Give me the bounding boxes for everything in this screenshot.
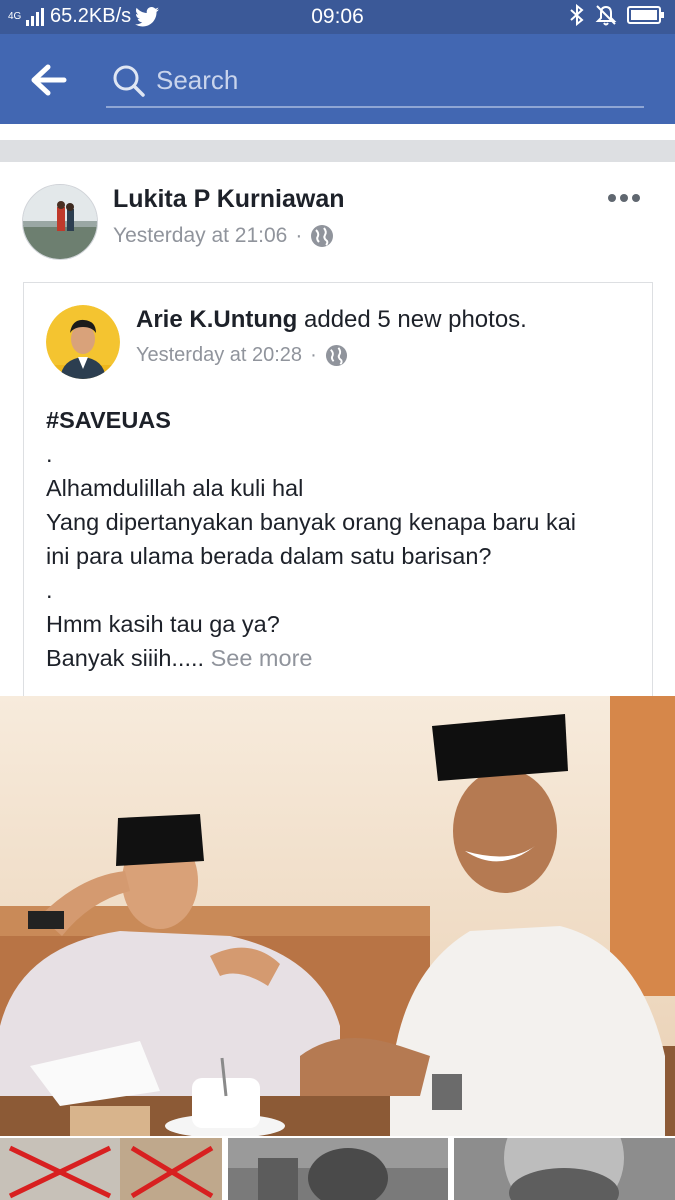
bluetooth-icon [570, 4, 584, 26]
shared-timestamp[interactable]: Yesterday at 20:28 [136, 344, 302, 367]
mute-icon [595, 5, 617, 26]
status-bar: 4G 65.2KB/s 09:06 [0, 0, 675, 34]
text-line: Alhamdulillah ala kuli hal [46, 475, 304, 501]
search-icon [113, 65, 145, 97]
text-line: . [46, 441, 53, 467]
back-button[interactable] [30, 62, 74, 98]
text-line: ini para ulama berada dalam satu barisan… [46, 543, 492, 569]
battery-icon [627, 6, 664, 24]
meta-dot: · [310, 344, 317, 366]
post-card: Lukita P Kurniawan Yesterday at 21:06 · [0, 162, 675, 1200]
post-text: #SAVEUAS . Alhamdulillah ala kuli hal Ya… [46, 403, 646, 675]
globe-icon [311, 225, 334, 247]
post-photo-main[interactable] [0, 696, 675, 1136]
text-line: . [46, 577, 53, 603]
shared-meta: Yesterday at 20:28 · [136, 344, 348, 367]
shared-author-name[interactable]: Arie K.Untung [136, 306, 297, 333]
photo-illustration [0, 696, 675, 1136]
search-bar[interactable] [106, 54, 644, 108]
text-line-last: Banyak siiih..... See more [46, 641, 646, 675]
thumbnail-3[interactable] [454, 1138, 675, 1200]
app-bar [0, 34, 675, 124]
search-input[interactable] [156, 62, 626, 98]
see-more-link[interactable]: See more [211, 645, 313, 671]
separator-top [0, 124, 675, 140]
thumbnail-1[interactable] [0, 1138, 222, 1200]
text-line: Banyak siiih..... [46, 645, 211, 671]
post-meta: Yesterday at 21:06 · [113, 224, 334, 248]
status-right [569, 4, 665, 26]
author-avatar[interactable] [22, 184, 98, 260]
shared-post[interactable]: Arie K.Untung added 5 new photos. Yester… [23, 282, 653, 702]
back-arrow-icon [31, 64, 67, 96]
shared-header: Arie K.Untung added 5 new photos. [136, 306, 527, 334]
shared-action: added 5 new photos. [297, 306, 527, 333]
shared-author-avatar-image [46, 305, 120, 379]
hashtag[interactable]: #SAVEUAS [46, 403, 646, 437]
thumbnail-2[interactable] [228, 1138, 448, 1200]
more-dots-icon [608, 194, 640, 202]
thumbnail-image [0, 1138, 222, 1200]
text-line: Hmm kasih tau ga ya? [46, 611, 280, 637]
thumbnail-image [454, 1138, 675, 1200]
author-avatar-image [23, 185, 97, 259]
post-timestamp[interactable]: Yesterday at 21:06 [113, 224, 287, 248]
photo-thumbnails [0, 1138, 675, 1200]
meta-dot: · [295, 224, 303, 247]
feed-divider [0, 140, 675, 162]
thumbnail-image [228, 1138, 448, 1200]
globe-icon [325, 344, 347, 367]
post-author-name[interactable]: Lukita P Kurniawan [113, 185, 345, 214]
text-line: Yang dipertanyakan banyak orang kenapa b… [46, 509, 577, 535]
more-options-button[interactable] [604, 186, 644, 210]
shared-author-avatar[interactable] [46, 305, 120, 379]
